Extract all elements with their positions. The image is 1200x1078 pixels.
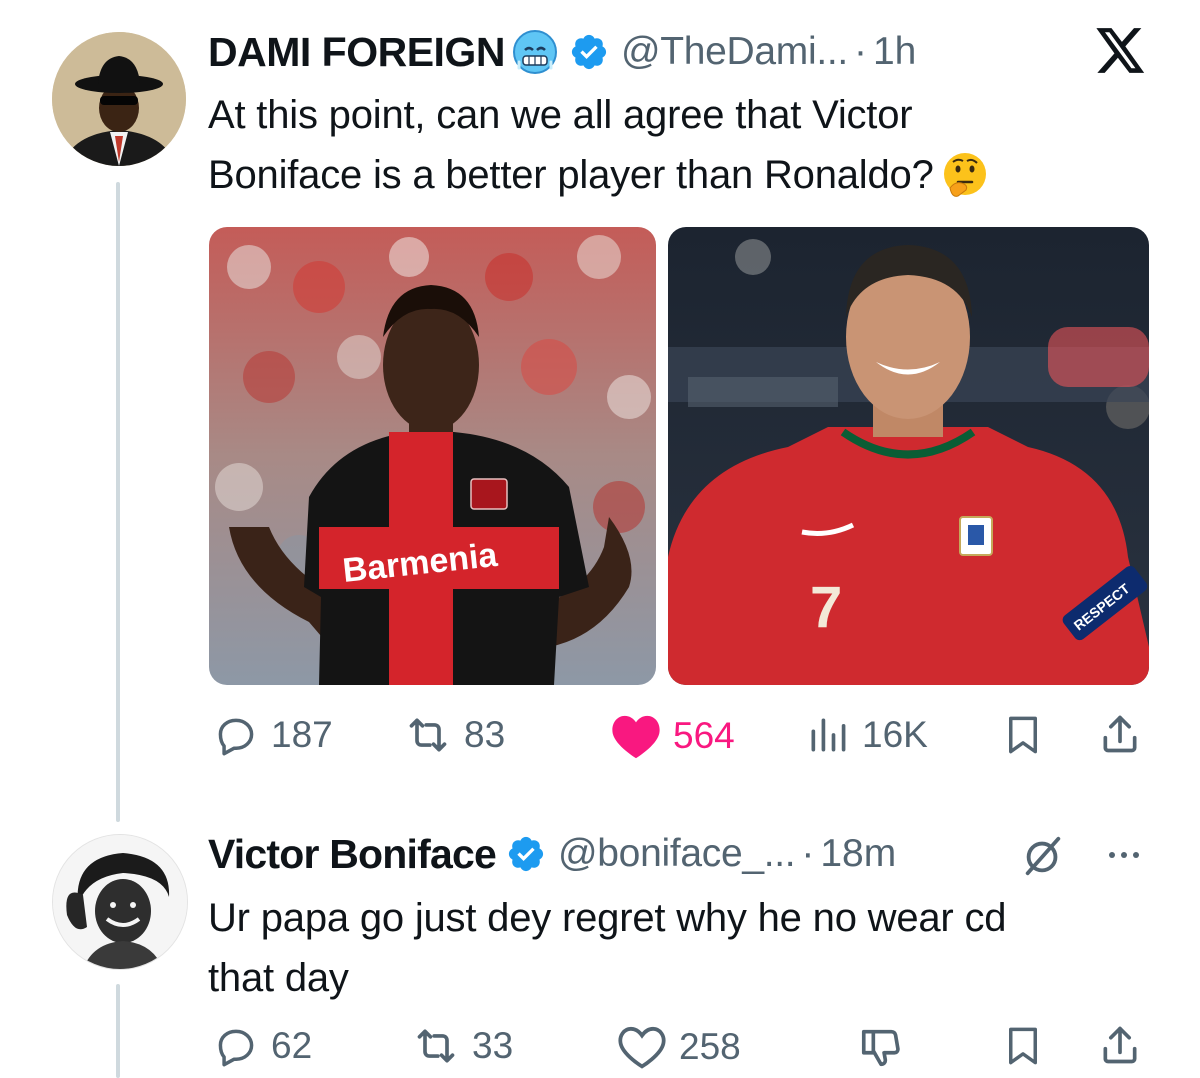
avatar-dami-foreign[interactable] [52,32,186,166]
reply-button[interactable]: 62 [211,1024,312,1068]
jersey-number: 7 [810,575,842,640]
heart-filled-icon [612,715,660,759]
reply-count: 62 [271,1025,313,1066]
repost-button[interactable]: 83 [402,713,505,757]
repost-icon [417,1029,455,1063]
reply-button[interactable]: 187 [211,713,333,757]
share-icon [1103,1026,1137,1064]
heart-outline-icon [618,1026,666,1069]
repost-icon [409,718,447,752]
tweet1-text: At this point, can we all agree that Vic… [208,85,1168,205]
boniface-photo[interactable]: Barmenia [209,227,656,685]
tweet1-actions: 187 83 564 16K [0,705,1200,765]
share-button[interactable] [1098,711,1142,757]
tweet2-text: Ur papa go just dey regret why he no wea… [208,888,1168,1008]
bookmark-button[interactable] [1002,1024,1044,1068]
tweet-timestamp[interactable]: 1h [873,30,916,74]
like-count: 564 [673,715,735,756]
reply-count: 187 [271,714,333,755]
like-button[interactable]: 258 [615,1024,741,1070]
avatar-image [52,32,186,166]
like-count: 258 [679,1026,741,1067]
separator-dot: · [801,832,815,875]
bookmark-button[interactable] [1002,713,1044,757]
tweet-text-line: Boniface is a better player than Ronaldo… [208,153,934,197]
like-button[interactable]: 564 [609,713,735,759]
share-button[interactable] [1098,1022,1142,1068]
tweet2-actions: 62 33 258 [0,1018,1200,1078]
avatar-image [53,835,187,969]
author-handle[interactable]: @TheDami... [621,30,848,74]
tweet-text-line: Ur papa go just dey regret why he no wea… [208,896,1007,940]
cold-face-emoji [511,28,559,76]
analytics-icon [811,718,846,752]
view-count: 16K [862,714,928,755]
author-liked-icon [855,1024,907,1070]
thinking-face-emoji [940,150,990,200]
tweet1-header: DAMI FOREIGN @TheDami... · 1h [208,26,916,78]
tweet2-header: Victor Boniface @boniface_... · 18m [208,828,896,880]
grok-icon[interactable] [1020,833,1066,879]
views-button[interactable]: 16K [804,713,928,757]
ronaldo-photo[interactable]: 7 RESPECT [668,227,1149,685]
verified-badge-icon [506,834,546,874]
separator-dot: · [853,30,867,73]
tweet-text-line-wrapper: Boniface is a better player than Ronaldo… [208,145,1168,205]
reply-icon [218,718,254,756]
tweet-timestamp[interactable]: 18m [820,832,896,876]
x-logo-icon[interactable] [1096,28,1146,74]
repost-button[interactable]: 33 [410,1024,513,1068]
tweet-text-line: that day [208,956,349,1000]
author-handle[interactable]: @boniface_... [558,832,796,876]
bookmark-icon [1009,716,1037,754]
repost-count: 33 [472,1025,514,1066]
author-name[interactable]: Victor Boniface [208,831,497,878]
tweet-text-line: At this point, can we all agree that Vic… [208,93,913,137]
author-name[interactable]: DAMI FOREIGN [208,29,505,76]
reply-icon [218,1029,254,1067]
more-options-icon[interactable] [1100,840,1148,870]
verified-badge-icon [569,32,609,72]
bookmark-icon [1009,1027,1037,1065]
avatar-victor-boniface[interactable] [52,834,188,970]
repost-count: 83 [464,714,506,755]
share-icon [1103,715,1137,753]
